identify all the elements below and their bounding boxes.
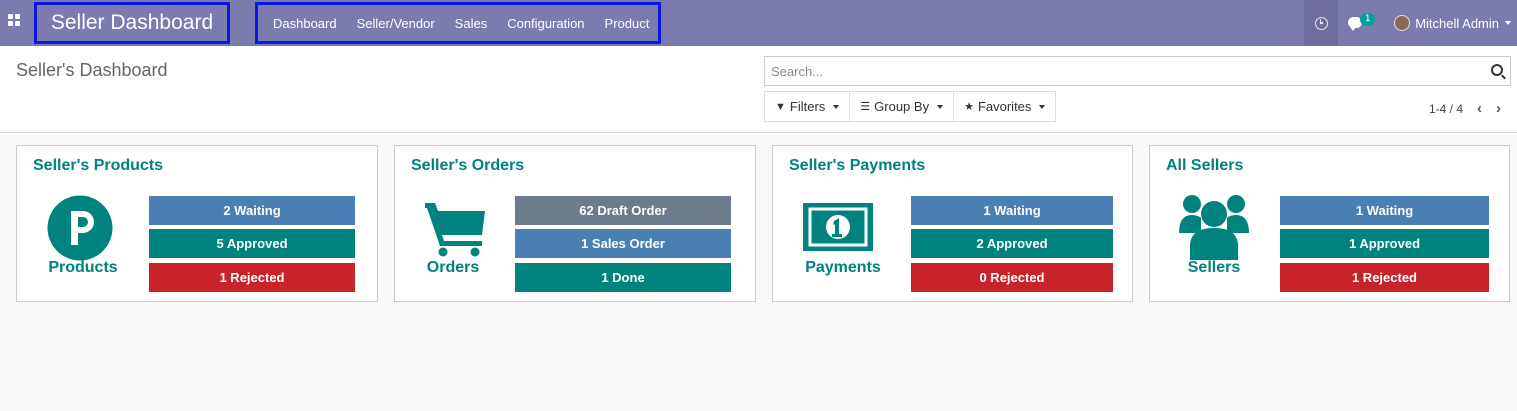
page-title: Seller's Dashboard (16, 60, 168, 80)
menu-item-dashboard[interactable]: Dashboard (273, 16, 337, 31)
stat-waiting[interactable]: 1 Waiting (1280, 196, 1489, 225)
navbar-systray: 1 Mitchell Admin (1304, 0, 1517, 46)
pager-value[interactable]: 1-4 / 4 (1429, 102, 1463, 116)
parking-circle-icon[interactable] (47, 195, 113, 261)
favorites-button[interactable]: ★ Favorites (953, 91, 1057, 122)
clock-icon (1314, 16, 1328, 30)
avatar (1394, 15, 1411, 31)
caret-down-icon (833, 104, 840, 109)
menu-item-configuration[interactable]: Configuration (507, 16, 584, 31)
stat-rejected[interactable]: 1 Rejected (1280, 263, 1489, 292)
users-icon[interactable] (1178, 193, 1250, 261)
list-icon: ☰ (860, 101, 871, 113)
card-title: Seller's Orders (411, 157, 525, 174)
pager-previous-icon[interactable]: ‹ (1477, 100, 1482, 117)
stat-waiting[interactable]: 1 Waiting (911, 196, 1113, 225)
card-label[interactable]: Payments (793, 259, 893, 277)
caret-down-icon (1039, 104, 1046, 109)
stat-waiting[interactable]: 2 Waiting (149, 196, 355, 225)
stat-approved[interactable]: 5 Approved (149, 229, 355, 258)
card-sellers-orders: Seller's Orders Orders 62 Draft Order 1 … (394, 145, 756, 302)
card-all-sellers: All Sellers Sellers 1 Waiting 1 Approved… (1149, 145, 1510, 302)
group-by-label: Group By (874, 99, 930, 114)
search-input[interactable] (765, 57, 1465, 85)
card-label[interactable]: Products (33, 259, 133, 277)
stat-rejected[interactable]: 0 Rejected (911, 263, 1113, 292)
apps-grid-icon[interactable] (8, 14, 24, 30)
caret-down-icon (937, 104, 944, 109)
card-sellers-products: Seller's Products Products 2 Waiting 5 A… (16, 145, 378, 302)
menu-item-seller-vendor[interactable]: Seller/Vendor (357, 16, 435, 31)
card-label[interactable]: Sellers (1164, 259, 1264, 277)
menu-item-product[interactable]: Product (605, 16, 650, 31)
card-title: Seller's Products (33, 157, 164, 174)
search-box (764, 56, 1511, 86)
stat-draft-order[interactable]: 62 Draft Order (515, 196, 731, 225)
main-menu: Dashboard Seller/Vendor Sales Configurat… (255, 2, 661, 44)
user-menu[interactable]: Mitchell Admin (1394, 15, 1517, 31)
control-panel: Seller's Dashboard ▼ Filters ☰ Group By … (0, 46, 1517, 133)
card-label[interactable]: Orders (403, 259, 503, 277)
stat-done[interactable]: 1 Done (515, 263, 731, 292)
messaging-badge: 1 (1360, 13, 1376, 26)
stat-rejected[interactable]: 1 Rejected (149, 263, 355, 292)
stat-sales-order[interactable]: 1 Sales Order (515, 229, 731, 258)
stat-approved[interactable]: 2 Approved (911, 229, 1113, 258)
user-name: Mitchell Admin (1415, 15, 1499, 31)
messaging-button[interactable]: 1 (1338, 0, 1394, 46)
card-sellers-payments: Seller's Payments Payments 1 Waiting 2 A… (772, 145, 1133, 302)
filters-button[interactable]: ▼ Filters (764, 91, 851, 122)
activity-button[interactable] (1304, 0, 1339, 46)
pager: 1-4 / 4 ‹ › (1429, 100, 1501, 117)
card-title: Seller's Payments (789, 157, 926, 174)
search-icon[interactable] (1491, 64, 1503, 76)
pager-next-icon[interactable]: › (1496, 100, 1501, 117)
card-title: All Sellers (1166, 157, 1244, 174)
caret-down-icon (1505, 21, 1511, 25)
stat-approved[interactable]: 1 Approved (1280, 229, 1489, 258)
menu-item-sales[interactable]: Sales (455, 16, 488, 31)
favorites-label: Favorites (977, 99, 1032, 114)
filters-label: Filters (789, 99, 826, 114)
money-bill-icon[interactable] (803, 203, 873, 251)
star-icon: ★ (964, 101, 974, 113)
top-navbar: Seller Dashboard Dashboard Seller/Vendor… (0, 0, 1517, 46)
search-options: ▼ Filters ☰ Group By ★ Favorites (764, 91, 1057, 122)
shopping-cart-icon[interactable] (423, 201, 489, 257)
group-by-button[interactable]: ☰ Group By (849, 91, 955, 122)
app-brand-title[interactable]: Seller Dashboard (34, 2, 230, 44)
filter-icon: ▼ (775, 100, 786, 113)
